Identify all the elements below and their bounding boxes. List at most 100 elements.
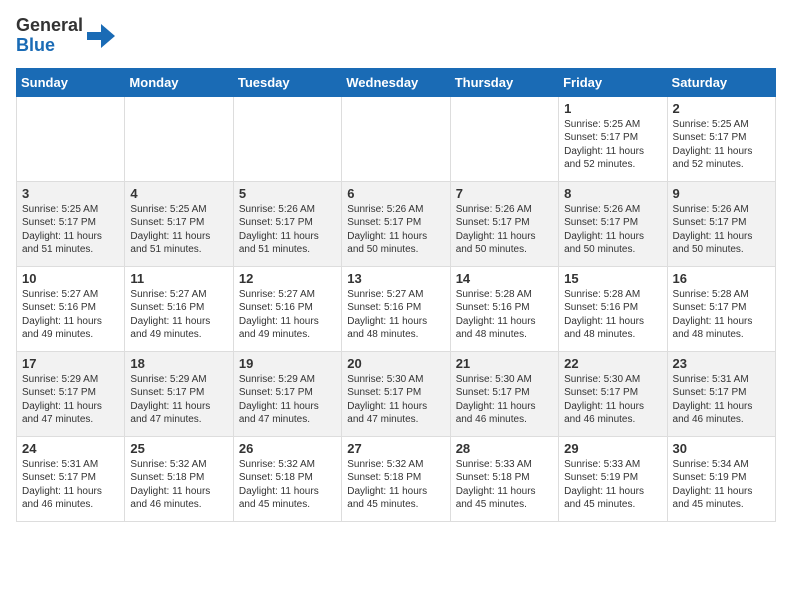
calendar-day-21: 21Sunrise: 5:30 AMSunset: 5:17 PMDayligh… [450,351,558,436]
day-number: 28 [456,441,553,456]
empty-day [233,96,341,181]
day-content: Sunrise: 5:27 AMSunset: 5:16 PMDaylight:… [22,288,119,342]
day-number: 15 [564,271,661,286]
day-number: 26 [239,441,336,456]
day-number: 12 [239,271,336,286]
calendar-day-7: 7 Sunrise: 5:26 AMSunset: 5:17 PMDaylight… [450,181,558,266]
day-content: Sunrise: 5:25 AMSunset: 5:17 PMDaylight:… [130,203,227,257]
calendar-week-row: 17Sunrise: 5:29 AMSunset: 5:17 PMDayligh… [17,351,776,436]
weekday-header-saturday: Saturday [667,68,775,96]
day-number: 10 [22,271,119,286]
day-content: Sunrise: 5:25 AMSunset: 5:17 PMDaylight:… [22,203,119,257]
calendar-day-3: 3 Sunrise: 5:25 AMSunset: 5:17 PMDaylight… [17,181,125,266]
empty-day [450,96,558,181]
day-number: 22 [564,356,661,371]
day-number: 21 [456,356,553,371]
day-number: 1 [564,101,661,116]
calendar-week-row: 3 Sunrise: 5:25 AMSunset: 5:17 PMDaylight… [17,181,776,266]
day-number: 2 [673,101,770,116]
calendar-day-23: 23 Sunrise: 5:31 AMSunset: 5:17 PMDayligh… [667,351,775,436]
day-number: 14 [456,271,553,286]
calendar-day-28: 28 Sunrise: 5:33 AMSunset: 5:18 PMDayligh… [450,436,558,521]
page-header: General Blue [16,16,776,56]
logo-arrow-icon [87,22,115,50]
day-number: 9 [673,186,770,201]
day-content: Sunrise: 5:28 AMSunset: 5:16 PMDaylight:… [456,288,553,342]
logo-general-text: General [16,16,83,36]
weekday-header-friday: Friday [559,68,667,96]
day-content: Sunrise: 5:34 AMSunset: 5:19 PMDaylight:… [673,458,770,512]
calendar-day-19: 19 Sunrise: 5:29 AMSunset: 5:17 PMDayligh… [233,351,341,436]
day-number: 8 [564,186,661,201]
empty-day [342,96,450,181]
day-number: 18 [130,356,227,371]
day-content: Sunrise: 5:31 AMSunset: 5:17 PMDaylight:… [673,373,770,427]
empty-day [125,96,233,181]
calendar-day-1: 1 Sunrise: 5:25 AMSunset: 5:17 PMDaylight… [559,96,667,181]
day-content: Sunrise: 5:32 AMSunset: 5:18 PMDaylight:… [347,458,444,512]
day-number: 4 [130,186,227,201]
weekday-header-sunday: Sunday [17,68,125,96]
calendar-day-13: 13Sunrise: 5:27 AMSunset: 5:16 PMDayligh… [342,266,450,351]
calendar-day-27: 27Sunrise: 5:32 AMSunset: 5:18 PMDayligh… [342,436,450,521]
calendar-day-12: 12 Sunrise: 5:27 AMSunset: 5:16 PMDayligh… [233,266,341,351]
day-number: 7 [456,186,553,201]
weekday-header-thursday: Thursday [450,68,558,96]
day-content: Sunrise: 5:31 AMSunset: 5:17 PMDaylight:… [22,458,119,512]
day-content: Sunrise: 5:26 AMSunset: 5:17 PMDaylight:… [347,203,444,257]
day-number: 24 [22,441,119,456]
calendar-day-26: 26 Sunrise: 5:32 AMSunset: 5:18 PMDayligh… [233,436,341,521]
calendar-day-5: 5 Sunrise: 5:26 AMSunset: 5:17 PMDaylight… [233,181,341,266]
day-content: Sunrise: 5:30 AMSunset: 5:17 PMDaylight:… [564,373,661,427]
day-content: Sunrise: 5:29 AMSunset: 5:17 PMDaylight:… [239,373,336,427]
logo-blue-text: Blue [16,36,83,56]
empty-day [17,96,125,181]
calendar-day-2: 2 Sunrise: 5:25 AMSunset: 5:17 PMDaylight… [667,96,775,181]
calendar-day-11: 11 Sunrise: 5:27 AMSunset: 5:16 PMDayligh… [125,266,233,351]
calendar-day-4: 4 Sunrise: 5:25 AMSunset: 5:17 PMDaylight… [125,181,233,266]
day-content: Sunrise: 5:30 AMSunset: 5:17 PMDaylight:… [347,373,444,427]
calendar-week-row: 24 Sunrise: 5:31 AMSunset: 5:17 PMDayligh… [17,436,776,521]
day-number: 6 [347,186,444,201]
day-content: Sunrise: 5:25 AMSunset: 5:17 PMDaylight:… [564,118,661,172]
day-number: 25 [130,441,227,456]
calendar-day-8: 8Sunrise: 5:26 AMSunset: 5:17 PMDaylight… [559,181,667,266]
day-number: 19 [239,356,336,371]
calendar-day-25: 25 Sunrise: 5:32 AMSunset: 5:18 PMDayligh… [125,436,233,521]
day-content: Sunrise: 5:26 AMSunset: 5:17 PMDaylight:… [673,203,770,257]
day-number: 30 [673,441,770,456]
day-number: 11 [130,271,227,286]
day-content: Sunrise: 5:27 AMSunset: 5:16 PMDaylight:… [130,288,227,342]
day-content: Sunrise: 5:27 AMSunset: 5:16 PMDaylight:… [239,288,336,342]
calendar-day-18: 18Sunrise: 5:29 AMSunset: 5:17 PMDayligh… [125,351,233,436]
calendar-day-14: 14 Sunrise: 5:28 AMSunset: 5:16 PMDayligh… [450,266,558,351]
day-content: Sunrise: 5:27 AMSunset: 5:16 PMDaylight:… [347,288,444,342]
calendar-day-17: 17Sunrise: 5:29 AMSunset: 5:17 PMDayligh… [17,351,125,436]
calendar-day-24: 24 Sunrise: 5:31 AMSunset: 5:17 PMDayligh… [17,436,125,521]
day-content: Sunrise: 5:32 AMSunset: 5:18 PMDaylight:… [130,458,227,512]
day-content: Sunrise: 5:32 AMSunset: 5:18 PMDaylight:… [239,458,336,512]
day-content: Sunrise: 5:26 AMSunset: 5:17 PMDaylight:… [239,203,336,257]
day-number: 3 [22,186,119,201]
day-number: 23 [673,356,770,371]
day-number: 5 [239,186,336,201]
weekday-header-monday: Monday [125,68,233,96]
calendar-day-6: 6 Sunrise: 5:26 AMSunset: 5:17 PMDaylight… [342,181,450,266]
logo: General Blue [16,16,115,56]
day-content: Sunrise: 5:33 AMSunset: 5:18 PMDaylight:… [456,458,553,512]
calendar-day-22: 22 Sunrise: 5:30 AMSunset: 5:17 PMDayligh… [559,351,667,436]
day-number: 20 [347,356,444,371]
day-number: 29 [564,441,661,456]
day-number: 16 [673,271,770,286]
calendar-week-row: 1 Sunrise: 5:25 AMSunset: 5:17 PMDaylight… [17,96,776,181]
calendar-day-15: 15Sunrise: 5:28 AMSunset: 5:16 PMDayligh… [559,266,667,351]
calendar-day-20: 20 Sunrise: 5:30 AMSunset: 5:17 PMDayligh… [342,351,450,436]
calendar-day-30: 30 Sunrise: 5:34 AMSunset: 5:19 PMDayligh… [667,436,775,521]
weekday-header-tuesday: Tuesday [233,68,341,96]
calendar-table: SundayMondayTuesdayWednesdayThursdayFrid… [16,68,776,522]
weekday-header-wednesday: Wednesday [342,68,450,96]
calendar-day-9: 9 Sunrise: 5:26 AMSunset: 5:17 PMDaylight… [667,181,775,266]
day-content: Sunrise: 5:25 AMSunset: 5:17 PMDaylight:… [673,118,770,172]
day-content: Sunrise: 5:26 AMSunset: 5:17 PMDaylight:… [456,203,553,257]
day-content: Sunrise: 5:28 AMSunset: 5:17 PMDaylight:… [673,288,770,342]
